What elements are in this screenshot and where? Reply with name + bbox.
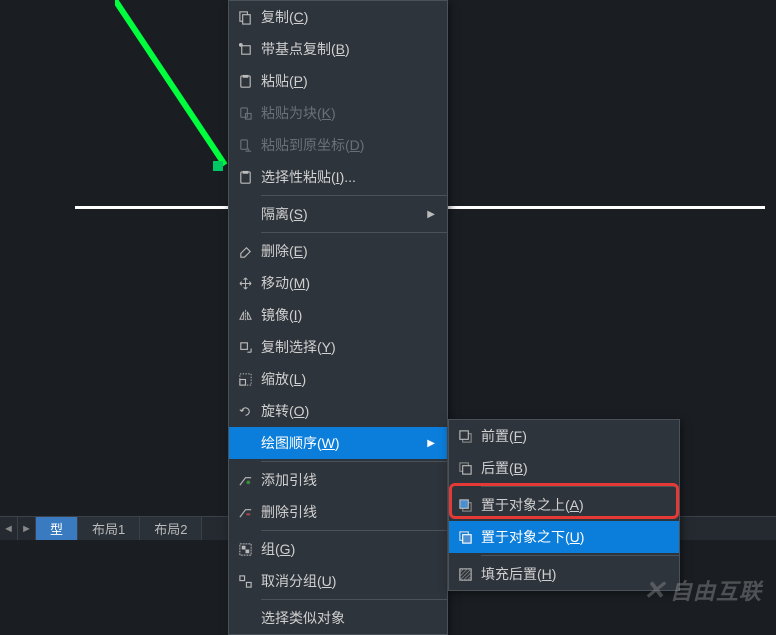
menu-label: 添加引线 xyxy=(261,470,435,490)
tab-layout2[interactable]: 布局2 xyxy=(140,517,202,540)
paste-icon xyxy=(229,74,261,89)
menu-label: 复制选择(Y) xyxy=(261,337,435,357)
menu-separator xyxy=(261,461,447,462)
menu-move[interactable]: 移动(M) xyxy=(229,267,447,299)
paste-block-icon xyxy=(229,106,261,121)
menu-delete[interactable]: 删除(E) xyxy=(229,235,447,267)
submenu-send-back[interactable]: 后置(B) xyxy=(449,452,679,484)
copy-select-icon xyxy=(229,340,261,355)
watermark: ✕ 自由互联 xyxy=(643,574,762,606)
menu-copy-basepoint[interactable]: 带基点复制(B) xyxy=(229,33,447,65)
menu-label: 旋转(O) xyxy=(261,401,435,421)
menu-separator xyxy=(261,195,447,196)
hatch-back-icon xyxy=(449,567,481,582)
menu-add-leader[interactable]: 添加引线 xyxy=(229,464,447,496)
menu-label: 隔离(S) xyxy=(261,204,419,224)
copy-base-icon xyxy=(229,42,261,57)
submenu-below-object[interactable]: 置于对象之下(U) xyxy=(449,521,679,553)
submenu-arrow-icon: ▶ xyxy=(427,438,435,449)
mirror-icon xyxy=(229,308,261,323)
menu-paste-block: 粘贴为块(K) xyxy=(229,97,447,129)
submenu-above-object[interactable]: 置于对象之上(A) xyxy=(449,489,679,521)
group-icon xyxy=(229,542,261,557)
menu-separator xyxy=(481,555,679,556)
tab-model[interactable]: 型 xyxy=(36,517,78,540)
menu-label: 删除(E) xyxy=(261,241,435,261)
menu-label: 粘贴(P) xyxy=(261,71,435,91)
menu-label: 移动(M) xyxy=(261,273,435,293)
menu-paste-special[interactable]: 选择性粘贴(I)... xyxy=(229,161,447,193)
bring-front-icon xyxy=(449,429,481,444)
below-object-icon xyxy=(449,530,481,545)
menu-label: 取消分组(U) xyxy=(261,571,435,591)
menu-separator xyxy=(481,486,679,487)
menu-copy[interactable]: 复制(C) xyxy=(229,1,447,33)
menu-label: 置于对象之上(A) xyxy=(481,495,667,515)
tab-scroll-right[interactable]: ► xyxy=(18,517,36,540)
paste-special-icon xyxy=(229,170,261,185)
menu-label: 选择性粘贴(I)... xyxy=(261,167,435,187)
menu-remove-leader[interactable]: 删除引线 xyxy=(229,496,447,528)
menu-paste[interactable]: 粘贴(P) xyxy=(229,65,447,97)
add-leader-icon xyxy=(229,473,261,488)
send-back-icon xyxy=(449,461,481,476)
menu-draw-order[interactable]: 绘图顺序(W) ▶ xyxy=(229,427,447,459)
menu-label: 置于对象之下(U) xyxy=(481,527,667,547)
menu-group[interactable]: 组(G) xyxy=(229,533,447,565)
green-line-object[interactable] xyxy=(115,0,245,170)
menu-separator xyxy=(261,232,447,233)
menu-label: 粘贴为块(K) xyxy=(261,103,435,123)
menu-rotate[interactable]: 旋转(O) xyxy=(229,395,447,427)
context-menu: 复制(C) 带基点复制(B) 粘贴(P) 粘贴为块(K) 粘贴到原坐标(D) 选… xyxy=(228,0,448,635)
draw-order-submenu: 前置(F) 后置(B) 置于对象之上(A) 置于对象之下(U) 填充后置(H) xyxy=(448,419,680,591)
watermark-x-icon: ✕ xyxy=(643,575,666,606)
tab-scroll-left[interactable]: ◄ xyxy=(0,517,18,540)
remove-leader-icon xyxy=(229,505,261,520)
menu-label: 带基点复制(B) xyxy=(261,39,435,59)
rotate-icon xyxy=(229,404,261,419)
menu-label: 镜像(I) xyxy=(261,305,435,325)
menu-isolate[interactable]: 隔离(S) ▶ xyxy=(229,198,447,230)
menu-label: 粘贴到原坐标(D) xyxy=(261,135,435,155)
menu-label: 删除引线 xyxy=(261,502,435,522)
menu-label: 前置(F) xyxy=(481,426,667,446)
menu-paste-orig: 粘贴到原坐标(D) xyxy=(229,129,447,161)
menu-label: 绘图顺序(W) xyxy=(261,433,419,453)
endpoint-grip[interactable] xyxy=(213,161,223,171)
eraser-icon xyxy=(229,244,261,259)
above-object-icon xyxy=(449,498,481,513)
submenu-arrow-icon: ▶ xyxy=(427,209,435,220)
menu-separator xyxy=(261,599,447,600)
menu-mirror[interactable]: 镜像(I) xyxy=(229,299,447,331)
menu-label: 选择类似对象 xyxy=(261,608,435,628)
scale-icon xyxy=(229,372,261,387)
menu-label: 复制(C) xyxy=(261,7,435,27)
menu-ungroup[interactable]: 取消分组(U) xyxy=(229,565,447,597)
menu-label: 填充后置(H) xyxy=(481,564,667,584)
menu-copy-select[interactable]: 复制选择(Y) xyxy=(229,331,447,363)
ungroup-icon xyxy=(229,574,261,589)
submenu-bring-front[interactable]: 前置(F) xyxy=(449,420,679,452)
menu-label: 缩放(L) xyxy=(261,369,435,389)
menu-label: 后置(B) xyxy=(481,458,667,478)
paste-orig-icon xyxy=(229,138,261,153)
menu-select-similar[interactable]: 选择类似对象 xyxy=(229,602,447,634)
copy-icon xyxy=(229,10,261,25)
tab-layout1[interactable]: 布局1 xyxy=(78,517,140,540)
watermark-text: 自由互联 xyxy=(670,574,762,606)
menu-scale[interactable]: 缩放(L) xyxy=(229,363,447,395)
move-icon xyxy=(229,276,261,291)
menu-label: 组(G) xyxy=(261,539,435,559)
menu-separator xyxy=(261,530,447,531)
